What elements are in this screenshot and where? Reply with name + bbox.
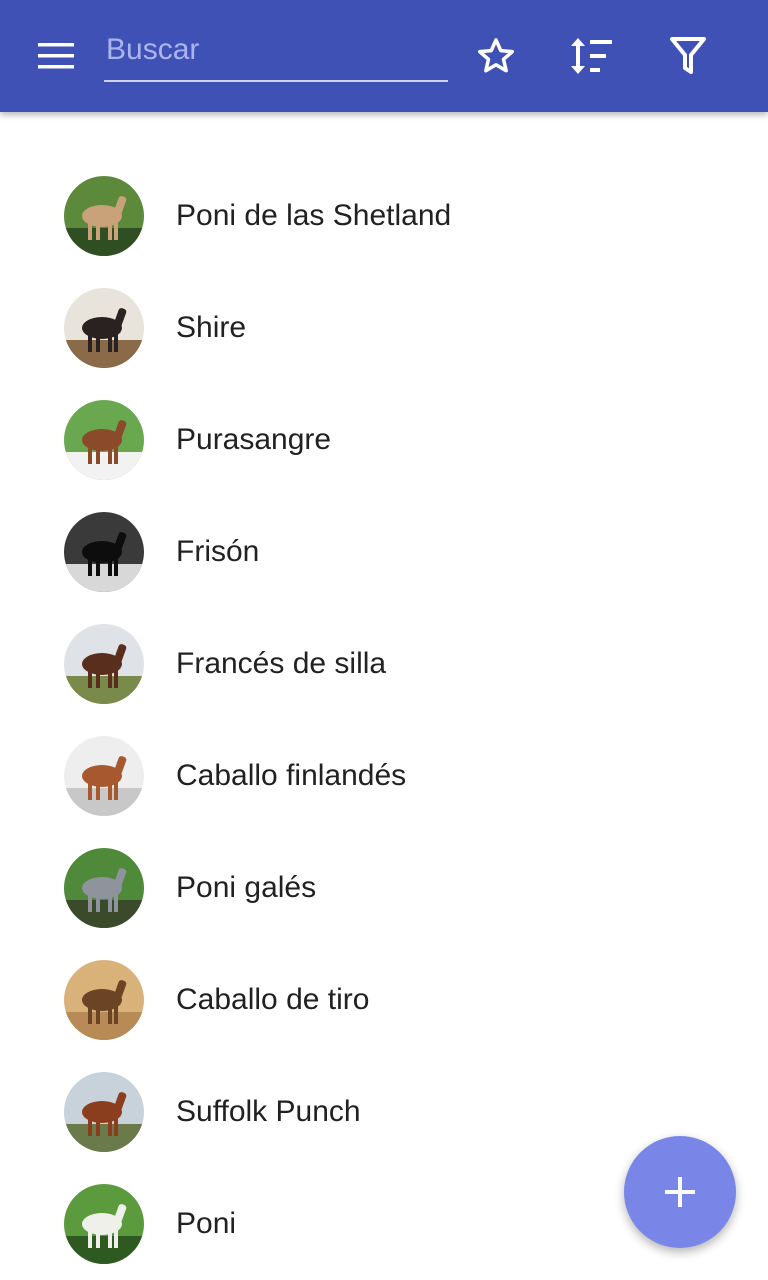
filter-icon (670, 37, 706, 74)
search-field (104, 22, 448, 82)
list-item[interactable]: Purasangre (0, 384, 768, 496)
breed-thumbnail (64, 960, 144, 1040)
breed-list: Poni de las Shetland Shire Purasangre Frisó… (0, 160, 768, 1280)
list-item[interactable]: Frisón (0, 496, 768, 608)
breed-name: Poni de las Shetland (176, 199, 452, 232)
breed-thumbnail (64, 736, 144, 816)
list-item[interactable]: Caballo finlandés (0, 720, 768, 832)
search-input[interactable] (104, 22, 448, 78)
plus-icon (665, 1177, 695, 1207)
list-item[interactable]: Caballo de tiro (0, 944, 768, 1056)
breed-name: Francés de silla (176, 647, 387, 680)
breed-name: Poni (176, 1207, 237, 1240)
breed-name: Shire (176, 311, 247, 344)
breed-name: Caballo de tiro (176, 983, 370, 1016)
menu-button[interactable] (24, 32, 88, 80)
menu-icon (38, 43, 74, 69)
breed-thumbnail (64, 288, 144, 368)
list-item[interactable]: Francés de silla (0, 608, 768, 720)
favorites-button[interactable] (468, 28, 524, 84)
filter-button[interactable] (660, 28, 716, 84)
breed-thumbnail (64, 848, 144, 928)
list-item[interactable]: Poni galés (0, 832, 768, 944)
breed-name: Purasangre (176, 423, 332, 456)
list-item[interactable]: Shire (0, 272, 768, 384)
breed-thumbnail (64, 1072, 144, 1152)
breed-name: Suffolk Punch (176, 1095, 361, 1128)
breed-name: Caballo finlandés (176, 759, 407, 792)
sort-icon (571, 38, 612, 74)
breed-name: Poni galés (176, 871, 317, 904)
breed-thumbnail (64, 400, 144, 480)
list-item[interactable]: Poni de las Shetland (0, 160, 768, 272)
add-button[interactable] (624, 1136, 736, 1248)
breed-thumbnail (64, 176, 144, 256)
app-bar (0, 0, 768, 112)
star-outline-icon (477, 38, 515, 73)
breed-name: Frisón (176, 535, 260, 568)
breed-thumbnail (64, 512, 144, 592)
sort-button[interactable] (563, 28, 619, 84)
breed-thumbnail (64, 1184, 144, 1264)
breed-thumbnail (64, 624, 144, 704)
